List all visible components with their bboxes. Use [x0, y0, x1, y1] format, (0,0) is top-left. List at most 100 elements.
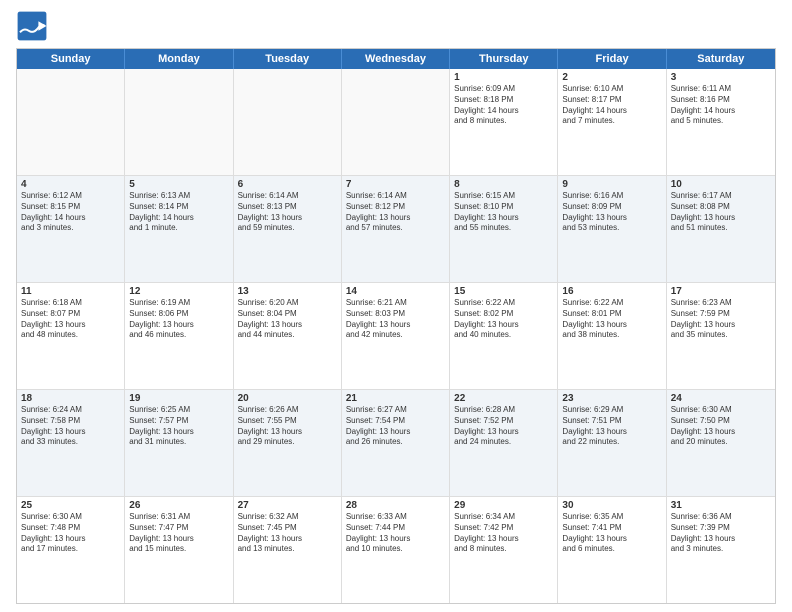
calendar-cell: 29Sunrise: 6:34 AM Sunset: 7:42 PM Dayli…: [450, 497, 558, 603]
calendar-header-cell: Friday: [558, 49, 666, 69]
calendar-cell: 26Sunrise: 6:31 AM Sunset: 7:47 PM Dayli…: [125, 497, 233, 603]
calendar-header-cell: Tuesday: [234, 49, 342, 69]
calendar-cell: 15Sunrise: 6:22 AM Sunset: 8:02 PM Dayli…: [450, 283, 558, 389]
day-number: 20: [238, 393, 337, 404]
day-number: 15: [454, 286, 553, 297]
cell-text: Sunrise: 6:10 AM Sunset: 8:17 PM Dayligh…: [562, 84, 661, 127]
calendar-cell: 9Sunrise: 6:16 AM Sunset: 8:09 PM Daylig…: [558, 176, 666, 282]
calendar-cell: 27Sunrise: 6:32 AM Sunset: 7:45 PM Dayli…: [234, 497, 342, 603]
calendar-cell: 22Sunrise: 6:28 AM Sunset: 7:52 PM Dayli…: [450, 390, 558, 496]
page: SundayMondayTuesdayWednesdayThursdayFrid…: [0, 0, 792, 612]
calendar-cell: 31Sunrise: 6:36 AM Sunset: 7:39 PM Dayli…: [667, 497, 775, 603]
day-number: 31: [671, 500, 771, 511]
day-number: 26: [129, 500, 228, 511]
day-number: 13: [238, 286, 337, 297]
calendar-cell: 19Sunrise: 6:25 AM Sunset: 7:57 PM Dayli…: [125, 390, 233, 496]
cell-text: Sunrise: 6:36 AM Sunset: 7:39 PM Dayligh…: [671, 512, 771, 555]
calendar-cell: 7Sunrise: 6:14 AM Sunset: 8:12 PM Daylig…: [342, 176, 450, 282]
header: [16, 10, 776, 42]
calendar-header-cell: Sunday: [17, 49, 125, 69]
day-number: 29: [454, 500, 553, 511]
calendar-header-cell: Saturday: [667, 49, 775, 69]
cell-text: Sunrise: 6:14 AM Sunset: 8:13 PM Dayligh…: [238, 191, 337, 234]
cell-text: Sunrise: 6:22 AM Sunset: 8:02 PM Dayligh…: [454, 298, 553, 341]
calendar-header-cell: Wednesday: [342, 49, 450, 69]
calendar-week: 11Sunrise: 6:18 AM Sunset: 8:07 PM Dayli…: [17, 283, 775, 390]
cell-text: Sunrise: 6:18 AM Sunset: 8:07 PM Dayligh…: [21, 298, 120, 341]
cell-text: Sunrise: 6:11 AM Sunset: 8:16 PM Dayligh…: [671, 84, 771, 127]
calendar-cell: 21Sunrise: 6:27 AM Sunset: 7:54 PM Dayli…: [342, 390, 450, 496]
day-number: 19: [129, 393, 228, 404]
calendar-cell: 20Sunrise: 6:26 AM Sunset: 7:55 PM Dayli…: [234, 390, 342, 496]
calendar-cell: 4Sunrise: 6:12 AM Sunset: 8:15 PM Daylig…: [17, 176, 125, 282]
cell-text: Sunrise: 6:31 AM Sunset: 7:47 PM Dayligh…: [129, 512, 228, 555]
cell-text: Sunrise: 6:09 AM Sunset: 8:18 PM Dayligh…: [454, 84, 553, 127]
cell-text: Sunrise: 6:23 AM Sunset: 7:59 PM Dayligh…: [671, 298, 771, 341]
day-number: 17: [671, 286, 771, 297]
calendar-cell: 16Sunrise: 6:22 AM Sunset: 8:01 PM Dayli…: [558, 283, 666, 389]
day-number: 18: [21, 393, 120, 404]
cell-text: Sunrise: 6:32 AM Sunset: 7:45 PM Dayligh…: [238, 512, 337, 555]
cell-text: Sunrise: 6:14 AM Sunset: 8:12 PM Dayligh…: [346, 191, 445, 234]
day-number: 14: [346, 286, 445, 297]
day-number: 8: [454, 179, 553, 190]
day-number: 16: [562, 286, 661, 297]
cell-text: Sunrise: 6:15 AM Sunset: 8:10 PM Dayligh…: [454, 191, 553, 234]
calendar-cell: 30Sunrise: 6:35 AM Sunset: 7:41 PM Dayli…: [558, 497, 666, 603]
day-number: 28: [346, 500, 445, 511]
day-number: 22: [454, 393, 553, 404]
logo-icon: [16, 10, 48, 42]
logo: [16, 10, 52, 42]
cell-text: Sunrise: 6:13 AM Sunset: 8:14 PM Dayligh…: [129, 191, 228, 234]
calendar-cell: 5Sunrise: 6:13 AM Sunset: 8:14 PM Daylig…: [125, 176, 233, 282]
calendar-cell: 1Sunrise: 6:09 AM Sunset: 8:18 PM Daylig…: [450, 69, 558, 175]
cell-text: Sunrise: 6:25 AM Sunset: 7:57 PM Dayligh…: [129, 405, 228, 448]
day-number: 5: [129, 179, 228, 190]
day-number: 23: [562, 393, 661, 404]
calendar-week: 4Sunrise: 6:12 AM Sunset: 8:15 PM Daylig…: [17, 176, 775, 283]
calendar-cell: [17, 69, 125, 175]
day-number: 25: [21, 500, 120, 511]
day-number: 11: [21, 286, 120, 297]
day-number: 6: [238, 179, 337, 190]
calendar-cell: 12Sunrise: 6:19 AM Sunset: 8:06 PM Dayli…: [125, 283, 233, 389]
cell-text: Sunrise: 6:29 AM Sunset: 7:51 PM Dayligh…: [562, 405, 661, 448]
calendar-week: 1Sunrise: 6:09 AM Sunset: 8:18 PM Daylig…: [17, 69, 775, 176]
day-number: 24: [671, 393, 771, 404]
calendar: SundayMondayTuesdayWednesdayThursdayFrid…: [16, 48, 776, 604]
cell-text: Sunrise: 6:19 AM Sunset: 8:06 PM Dayligh…: [129, 298, 228, 341]
cell-text: Sunrise: 6:16 AM Sunset: 8:09 PM Dayligh…: [562, 191, 661, 234]
calendar-header-cell: Monday: [125, 49, 233, 69]
calendar-cell: 11Sunrise: 6:18 AM Sunset: 8:07 PM Dayli…: [17, 283, 125, 389]
calendar-cell: 28Sunrise: 6:33 AM Sunset: 7:44 PM Dayli…: [342, 497, 450, 603]
calendar-cell: 14Sunrise: 6:21 AM Sunset: 8:03 PM Dayli…: [342, 283, 450, 389]
calendar-cell: [234, 69, 342, 175]
day-number: 3: [671, 72, 771, 83]
calendar-cell: 13Sunrise: 6:20 AM Sunset: 8:04 PM Dayli…: [234, 283, 342, 389]
cell-text: Sunrise: 6:26 AM Sunset: 7:55 PM Dayligh…: [238, 405, 337, 448]
cell-text: Sunrise: 6:34 AM Sunset: 7:42 PM Dayligh…: [454, 512, 553, 555]
cell-text: Sunrise: 6:35 AM Sunset: 7:41 PM Dayligh…: [562, 512, 661, 555]
cell-text: Sunrise: 6:22 AM Sunset: 8:01 PM Dayligh…: [562, 298, 661, 341]
calendar-cell: 18Sunrise: 6:24 AM Sunset: 7:58 PM Dayli…: [17, 390, 125, 496]
calendar-cell: 6Sunrise: 6:14 AM Sunset: 8:13 PM Daylig…: [234, 176, 342, 282]
cell-text: Sunrise: 6:33 AM Sunset: 7:44 PM Dayligh…: [346, 512, 445, 555]
cell-text: Sunrise: 6:28 AM Sunset: 7:52 PM Dayligh…: [454, 405, 553, 448]
calendar-cell: 10Sunrise: 6:17 AM Sunset: 8:08 PM Dayli…: [667, 176, 775, 282]
calendar-cell: 25Sunrise: 6:30 AM Sunset: 7:48 PM Dayli…: [17, 497, 125, 603]
calendar-header-row: SundayMondayTuesdayWednesdayThursdayFrid…: [17, 49, 775, 69]
day-number: 10: [671, 179, 771, 190]
calendar-cell: 3Sunrise: 6:11 AM Sunset: 8:16 PM Daylig…: [667, 69, 775, 175]
calendar-cell: [125, 69, 233, 175]
cell-text: Sunrise: 6:24 AM Sunset: 7:58 PM Dayligh…: [21, 405, 120, 448]
calendar-cell: 23Sunrise: 6:29 AM Sunset: 7:51 PM Dayli…: [558, 390, 666, 496]
cell-text: Sunrise: 6:12 AM Sunset: 8:15 PM Dayligh…: [21, 191, 120, 234]
day-number: 4: [21, 179, 120, 190]
cell-text: Sunrise: 6:17 AM Sunset: 8:08 PM Dayligh…: [671, 191, 771, 234]
calendar-body: 1Sunrise: 6:09 AM Sunset: 8:18 PM Daylig…: [17, 69, 775, 603]
calendar-cell: 24Sunrise: 6:30 AM Sunset: 7:50 PM Dayli…: [667, 390, 775, 496]
day-number: 12: [129, 286, 228, 297]
calendar-cell: [342, 69, 450, 175]
day-number: 27: [238, 500, 337, 511]
calendar-cell: 2Sunrise: 6:10 AM Sunset: 8:17 PM Daylig…: [558, 69, 666, 175]
